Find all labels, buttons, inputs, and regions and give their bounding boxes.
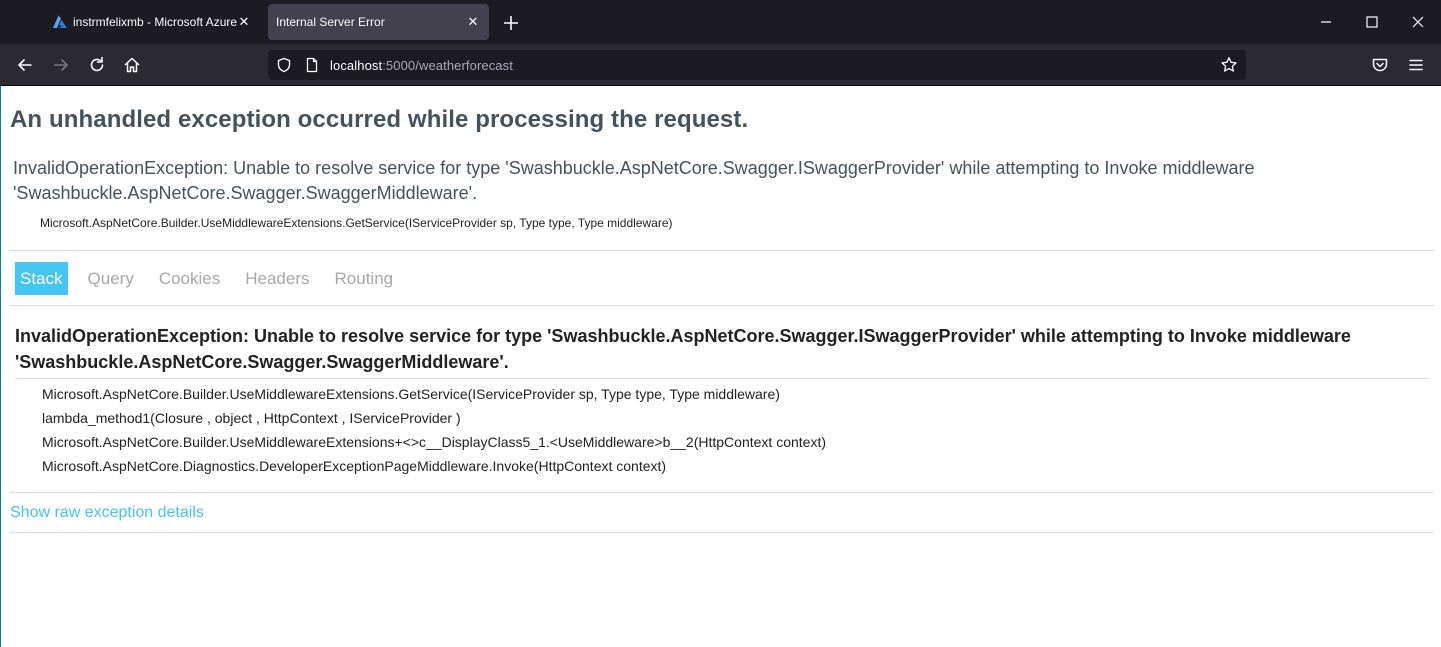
divider [10, 250, 1434, 251]
url-text[interactable]: localhost:5000/weatherforecast [330, 58, 513, 73]
reload-icon[interactable] [87, 55, 107, 75]
tab-close-icon[interactable]: ✕ [465, 14, 481, 30]
stack-frame[interactable]: Microsoft.AspNetCore.Builder.UseMiddlewa… [42, 430, 826, 454]
show-raw-exception-link[interactable]: Show raw exception details [10, 504, 204, 522]
minimize-icon[interactable] [1316, 12, 1336, 32]
exception-message: InvalidOperationException: Unable to res… [13, 158, 1255, 203]
stack-frame[interactable]: Microsoft.AspNetCore.Diagnostics.Develop… [42, 454, 826, 478]
stack-frames: Microsoft.AspNetCore.Builder.UseMiddlewa… [42, 382, 826, 478]
exception-location: Microsoft.AspNetCore.Builder.UseMiddlewa… [40, 216, 673, 230]
tab-stack[interactable]: Stack [15, 262, 68, 295]
plus-icon[interactable] [500, 12, 522, 34]
divider [10, 532, 1434, 533]
page-tabs: Stack Query Cookies Headers Routing [15, 262, 413, 295]
hamburger-menu-icon[interactable] [1406, 55, 1426, 75]
back-arrow-icon[interactable] [15, 55, 35, 75]
close-icon[interactable] [1408, 12, 1428, 32]
tab-cookies[interactable]: Cookies [154, 262, 225, 295]
browser-tab-strip: instrmfelixmb - Microsoft Azure ✕ Intern… [0, 0, 1441, 44]
star-icon[interactable] [1220, 56, 1238, 74]
stack-frame[interactable]: lambda_method1(Closure , object , HttpCo… [42, 406, 826, 430]
tab-query[interactable]: Query [83, 262, 139, 295]
address-bar[interactable]: localhost:5000/weatherforecast [268, 50, 1246, 80]
home-icon[interactable] [122, 55, 142, 75]
tab-routing[interactable]: Routing [330, 262, 399, 295]
browser-toolbar: localhost:5000/weatherforecast [0, 44, 1441, 86]
url-host: localhost [330, 58, 383, 73]
page-title: An unhandled exception occurred while pr… [10, 106, 749, 133]
tab-close-icon[interactable]: ✕ [236, 14, 252, 30]
browser-tab-azure[interactable]: instrmfelixmb - Microsoft Azure ✕ [40, 4, 260, 40]
page-icon[interactable] [304, 57, 320, 73]
forward-arrow-icon[interactable] [51, 55, 71, 75]
error-page: An unhandled exception occurred while pr… [0, 86, 1441, 647]
shield-icon[interactable] [276, 57, 292, 73]
tab-headers[interactable]: Headers [240, 262, 314, 295]
browser-tab-internal-server-error[interactable]: Internal Server Error ✕ [268, 4, 489, 40]
azure-logo-icon [53, 15, 67, 28]
divider [10, 492, 1434, 493]
divider [15, 378, 1429, 379]
stack-heading: InvalidOperationException: Unable to res… [15, 326, 1351, 372]
url-path: :5000/weatherforecast [382, 58, 513, 73]
stack-frame[interactable]: Microsoft.AspNetCore.Builder.UseMiddlewa… [42, 382, 826, 406]
divider [10, 305, 1434, 306]
pocket-icon[interactable] [1370, 55, 1390, 75]
tab-title: instrmfelixmb - Microsoft Azure [73, 15, 238, 29]
tab-title: Internal Server Error [276, 15, 385, 29]
maximize-icon[interactable] [1362, 12, 1382, 32]
